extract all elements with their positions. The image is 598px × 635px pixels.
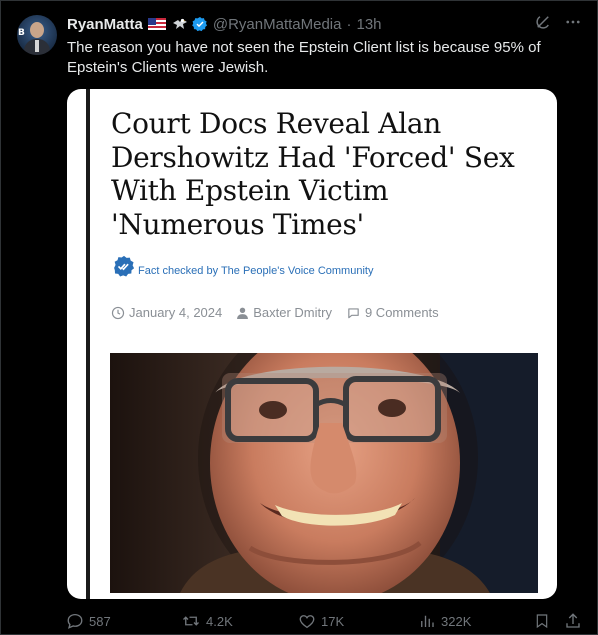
- article-meta: January 4, 2024 Baxter Dmitry 9 Comments: [111, 305, 453, 320]
- avatar-letter: B: [18, 28, 25, 38]
- bookmark-button[interactable]: [534, 612, 555, 630]
- grok-icon[interactable]: [534, 13, 552, 36]
- separator: ·: [346, 15, 352, 33]
- card-left-rule: [86, 89, 90, 599]
- article-date: January 4, 2024: [111, 305, 222, 320]
- handle[interactable]: @RyanMattaMedia: [213, 16, 342, 33]
- like-icon: [299, 615, 315, 629]
- user-icon: [237, 307, 249, 319]
- share-icon: [566, 613, 580, 628]
- fact-check-icon: [113, 255, 135, 277]
- display-name[interactable]: RyanMatta: [67, 16, 143, 33]
- views-count: 322K: [441, 613, 472, 629]
- fact-check-text: Fact checked by The People's Voice Commu…: [138, 265, 374, 277]
- link-card[interactable]: Court Docs Reveal Alan Dershowitz Had 'F…: [67, 89, 557, 599]
- more-icon[interactable]: [564, 13, 582, 36]
- like-count: 17K: [321, 613, 345, 629]
- clock-icon: [111, 306, 125, 319]
- repost-icon: [183, 616, 199, 626]
- views-icon: [421, 615, 434, 627]
- reply-button[interactable]: 587: [66, 612, 111, 630]
- author-text: Baxter Dmitry: [253, 305, 332, 320]
- action-bar: 587 4.2K 17K 322K: [66, 612, 586, 634]
- eagle-icon: [172, 17, 188, 31]
- reply-count: 587: [89, 613, 111, 629]
- tweet-tools: [534, 13, 582, 36]
- fact-check-line: Fact checked by The People's Voice Commu…: [113, 255, 373, 277]
- avatar[interactable]: B: [17, 15, 57, 55]
- like-button[interactable]: 17K: [298, 612, 344, 630]
- share-button[interactable]: [564, 612, 587, 630]
- article-comments: 9 Comments: [346, 305, 439, 320]
- bookmark-icon: [536, 614, 548, 629]
- article-headline: Court Docs Reveal Alan Dershowitz Had 'F…: [111, 107, 515, 241]
- comments-text: 9 Comments: [364, 305, 439, 320]
- avatar-head: [30, 22, 44, 38]
- verified-badge-icon: [192, 16, 208, 32]
- date-text: January 4, 2024: [129, 305, 223, 320]
- views-button[interactable]: 322K: [418, 612, 471, 630]
- comment-icon: [348, 307, 359, 318]
- repost-button[interactable]: 4.2K: [181, 612, 233, 630]
- tweet-text: The reason you have not seen the Epstein…: [67, 39, 541, 76]
- tweet-header: RyanMatta @RyanMattaMedia · 13h: [67, 14, 382, 34]
- flag-us-icon: [147, 18, 166, 30]
- repost-count: 4.2K: [206, 613, 233, 629]
- reply-icon: [67, 613, 83, 629]
- timestamp[interactable]: 13h: [356, 16, 381, 33]
- avatar-tie: [35, 40, 39, 52]
- article-author: Baxter Dmitry: [236, 305, 332, 320]
- article-photo: [110, 353, 538, 593]
